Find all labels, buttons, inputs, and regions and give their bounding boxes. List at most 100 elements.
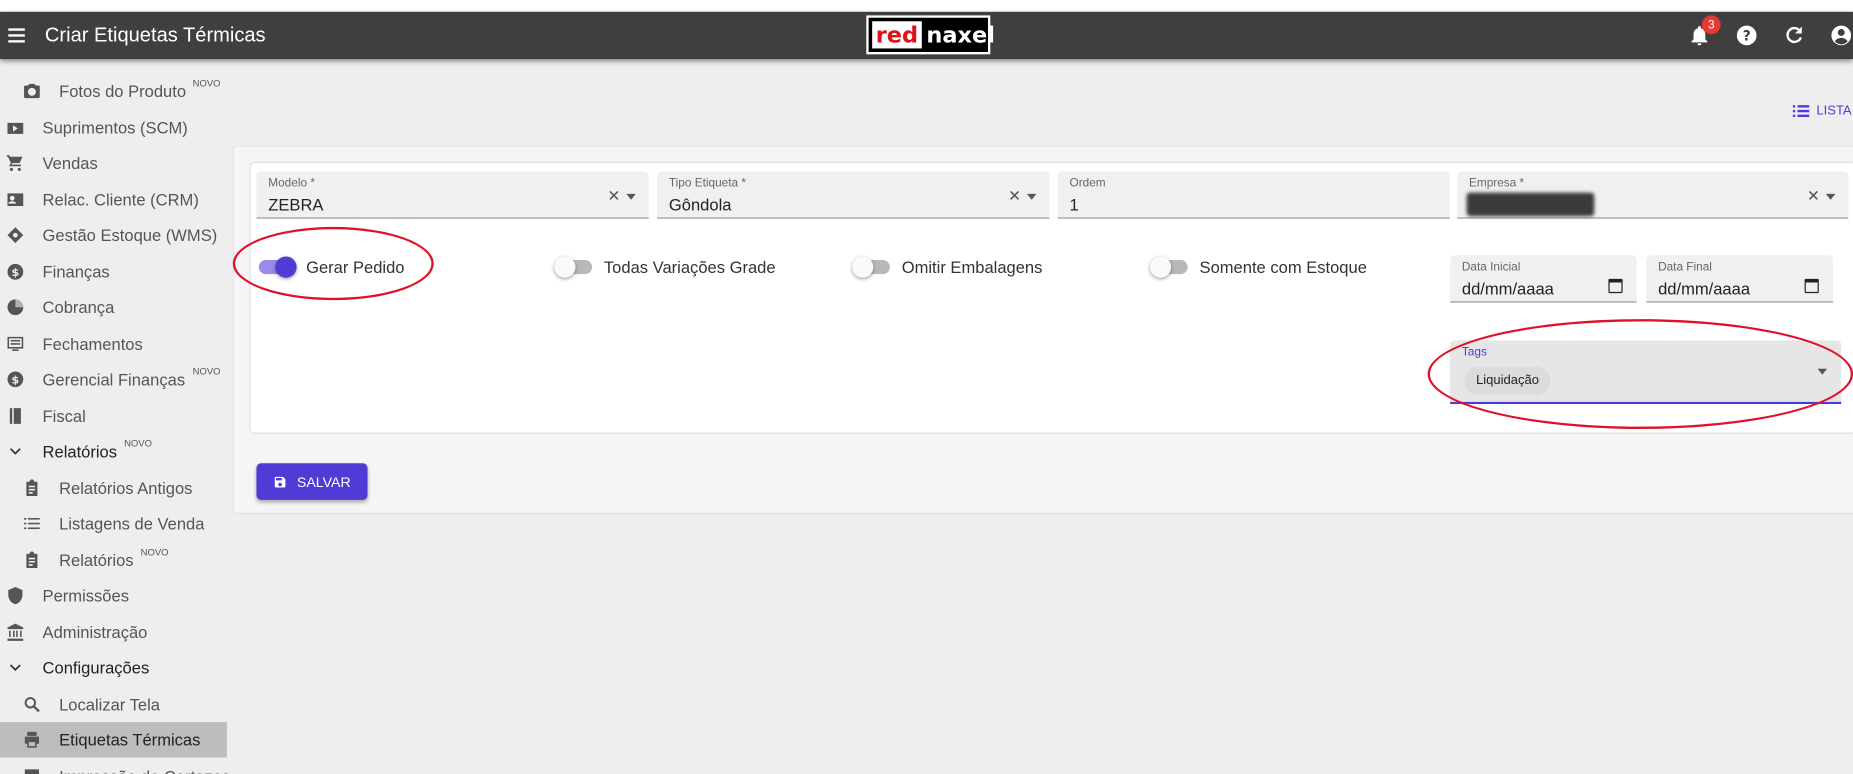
sidebar-item-label: Configurações — [42, 658, 150, 678]
sidebar-item-label: Cobrança — [42, 297, 115, 317]
tags-label: Tags — [1461, 346, 1487, 360]
tag-chip[interactable]: Liquidação — [1464, 366, 1551, 395]
sidebar-item[interactable]: Vendas — [0, 145, 227, 180]
toggle-gerar-pedido[interactable]: Gerar Pedido — [258, 255, 424, 279]
svg-text:$: $ — [12, 373, 20, 386]
sidebar-item-label: Vendas — [42, 153, 98, 173]
list-icon — [21, 513, 42, 534]
empresa-select[interactable]: Empresa * ✕ — [1457, 171, 1849, 219]
toggle-todas-variacoes-grade[interactable]: Todas Variações Grade — [554, 255, 793, 279]
sidebar-item-label: Fotos do Produto — [59, 81, 187, 101]
sidebar-item-label: Relac. Cliente (CRM) — [42, 189, 199, 209]
notification-badge: 3 — [1701, 15, 1721, 35]
menu-icon[interactable] — [6, 26, 27, 45]
clipboard-icon — [21, 477, 42, 498]
sidebar-item-label: Localizar Tela — [59, 694, 160, 714]
sidebar-item[interactable]: Etiquetas Térmicas — [0, 722, 227, 758]
top-strip — [0, 0, 1853, 12]
dropdown-arrow-icon[interactable] — [1825, 193, 1836, 200]
sidebar-item-label: Impressão de Cartazes — [59, 766, 230, 774]
sidebar-item[interactable]: Cobrança — [0, 290, 227, 325]
sidebar-item-label: Suprimentos (SCM) — [42, 117, 188, 137]
sidebar-item[interactable]: $ Gerencial Finanças NOVO — [0, 362, 227, 397]
sidebar-item-label: Fechamentos — [42, 333, 143, 353]
toggle-label: Somente com Estoque — [1199, 257, 1367, 277]
help-icon[interactable]: ? — [1735, 24, 1759, 48]
sidebar-item[interactable]: Fotos do Produto NOVO — [0, 73, 227, 108]
cart-icon — [5, 152, 26, 173]
sidebar-item-label: Gestão Estoque (WMS) — [42, 225, 218, 245]
app-bar: Criar Etiquetas Térmicas red naxel 3 ? — [0, 11, 1853, 60]
toggle-label: Omitir Embalagens — [901, 257, 1043, 277]
sidebar-item[interactable]: Impressão de Cartazes — [0, 758, 230, 774]
sidebar-item-label: Gerencial Finanças — [42, 369, 186, 389]
novo-badge: NOVO — [140, 546, 169, 558]
contact-card-icon — [5, 188, 26, 209]
clear-icon[interactable]: ✕ — [1008, 187, 1021, 206]
clear-icon[interactable]: ✕ — [1807, 187, 1820, 206]
toggle-label: Todas Variações Grade — [603, 257, 776, 277]
sidebar-item[interactable]: Fechamentos — [0, 326, 227, 361]
list-icon — [1792, 105, 1810, 117]
sidebar-item[interactable]: Relatórios NOVO — [0, 434, 227, 469]
sidebar-item[interactable]: Fiscal — [0, 398, 227, 433]
sidebar-item[interactable]: Relatórios Antigos — [0, 470, 227, 505]
sidebar-item[interactable]: Administração — [0, 614, 227, 649]
bank-icon — [5, 621, 26, 642]
sidebar-item[interactable]: Relatórios NOVO — [0, 542, 227, 577]
modelo-select[interactable]: Modelo * ZEBRA ✕ — [256, 171, 649, 219]
sidebar-item[interactable]: Relac. Cliente (CRM) — [0, 181, 227, 216]
save-label: SALVAR — [296, 473, 351, 490]
svg-text:?: ? — [1743, 28, 1751, 44]
sidebar-item-label: Permissões — [42, 586, 129, 606]
ordem-value: 1 — [1069, 194, 1079, 214]
sidebar-item[interactable]: Suprimentos (SCM) — [0, 109, 227, 144]
data-inicial-input[interactable]: Data Inicial dd/mm/aaaa — [1450, 255, 1637, 303]
dollar-icon: $ — [5, 369, 26, 390]
dollar-icon: $ — [5, 261, 26, 282]
sidebar-item[interactable]: Configurações — [0, 650, 227, 685]
modelo-value: ZEBRA — [268, 194, 324, 214]
calendar-icon[interactable] — [1804, 278, 1819, 294]
svg-text:$: $ — [12, 265, 20, 278]
redacted-value — [1466, 192, 1595, 217]
sidebar-item-label: Fiscal — [42, 405, 86, 425]
data-inicial-placeholder: dd/mm/aaaa — [1461, 278, 1554, 298]
account-icon[interactable] — [1829, 24, 1853, 48]
camera-icon — [21, 80, 42, 101]
printer-icon — [21, 729, 42, 750]
toggle-somente-com-estoque[interactable]: Somente com Estoque — [1149, 255, 1388, 279]
poster-icon — [21, 765, 42, 774]
save-button[interactable]: SALVAR — [256, 463, 368, 500]
sidebar-item[interactable]: Localizar Tela — [0, 686, 227, 721]
list-label: LISTA — [1816, 103, 1852, 119]
data-final-label: Data Final — [1658, 261, 1712, 275]
novo-badge: NOVO — [124, 438, 152, 450]
list-button[interactable]: LISTA — [1792, 103, 1852, 119]
sidebar-item-label: Relatórios — [59, 550, 134, 570]
sidebar-item-label: Etiquetas Térmicas — [59, 730, 201, 750]
chevron-down-icon — [5, 441, 26, 462]
data-final-placeholder: dd/mm/aaaa — [1658, 278, 1751, 298]
sidebar-item[interactable]: $ Finanças — [0, 253, 227, 288]
tipo-etiqueta-select[interactable]: Tipo Etiqueta * Gôndola ✕ — [657, 171, 1050, 219]
clear-icon[interactable]: ✕ — [607, 187, 620, 206]
ordem-input[interactable]: Ordem 1 — [1057, 171, 1451, 219]
dropdown-arrow-icon[interactable] — [1817, 368, 1828, 375]
sidebar: Fotos do Produto NOVO Suprimentos (SCM) Ven… — [0, 73, 230, 774]
tipo-etiqueta-label: Tipo Etiqueta * — [668, 177, 746, 191]
dropdown-arrow-icon[interactable] — [1026, 193, 1037, 200]
sidebar-item[interactable]: Gestão Estoque (WMS) — [0, 217, 227, 252]
refresh-icon[interactable] — [1782, 24, 1806, 48]
warehouse-icon — [5, 225, 26, 246]
calendar-icon[interactable] — [1608, 278, 1623, 294]
tags-select[interactable]: Tags Liquidação — [1450, 340, 1842, 405]
sidebar-item-label: Finanças — [42, 261, 110, 281]
toggle-omitir-embalagens[interactable]: Omitir Embalagens — [852, 255, 1067, 279]
ordem-label: Ordem — [1069, 177, 1106, 191]
dropdown-arrow-icon[interactable] — [626, 193, 636, 200]
sidebar-item[interactable]: Permissões — [0, 578, 227, 613]
data-final-input[interactable]: Data Final dd/mm/aaaa — [1646, 255, 1833, 303]
sidebar-item[interactable]: Listagens de Venda — [0, 506, 227, 541]
tipo-etiqueta-value: Gôndola — [668, 194, 732, 214]
